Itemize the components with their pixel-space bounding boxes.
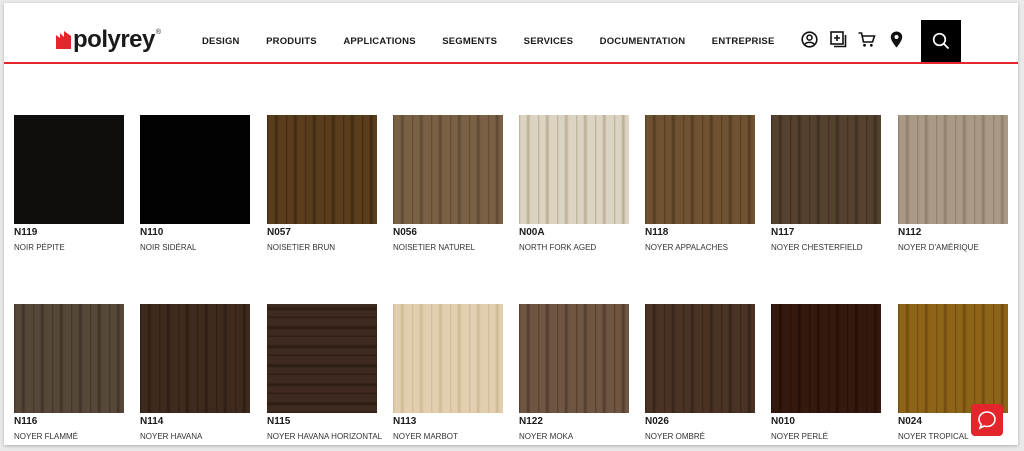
product-swatch[interactable] — [393, 304, 503, 413]
product-code[interactable]: N113 — [393, 416, 503, 428]
product-swatch[interactable] — [645, 115, 755, 224]
product-name[interactable]: NOYER D'AMÉRIQUE — [898, 243, 1008, 253]
polyrey-logo[interactable]: polyrey ® — [56, 27, 161, 53]
product-swatch[interactable] — [519, 115, 629, 224]
nav-applications[interactable]: APPLICATIONS — [343, 36, 415, 47]
product-swatch[interactable] — [267, 115, 377, 224]
product-card[interactable]: N026 NOYER OMBRÉ — [645, 304, 755, 442]
product-name[interactable]: NOYER MARBOT — [393, 432, 503, 442]
product-card[interactable]: N119 NOIR PÉPITE — [14, 115, 124, 253]
product-code[interactable]: N010 — [771, 416, 881, 428]
product-swatch[interactable] — [267, 304, 377, 413]
logo-registered-mark: ® — [155, 28, 162, 36]
cart-icon[interactable] — [858, 30, 876, 48]
product-code[interactable]: N026 — [645, 416, 755, 428]
product-swatch[interactable] — [140, 304, 250, 413]
product-code[interactable]: N119 — [14, 227, 124, 239]
product-name[interactable]: NOYER CHESTERFIELD — [771, 243, 881, 253]
product-name[interactable]: NOIR PÉPITE — [14, 243, 124, 253]
location-pin-icon[interactable] — [887, 30, 905, 48]
product-name[interactable]: NOYER OMBRÉ — [645, 432, 755, 442]
site-header: polyrey ® DESIGN PRODUITS APPLICATIONS S… — [4, 3, 1018, 64]
product-code[interactable]: N122 — [519, 416, 629, 428]
product-code[interactable]: N116 — [14, 416, 124, 428]
header-icons — [800, 30, 916, 48]
product-code[interactable]: N110 — [140, 227, 250, 239]
browser-page: polyrey ® DESIGN PRODUITS APPLICATIONS S… — [4, 3, 1018, 445]
user-account-icon[interactable] — [800, 30, 818, 48]
nav-produits[interactable]: PRODUITS — [266, 36, 317, 47]
nav-documentation[interactable]: DOCUMENTATION — [600, 36, 686, 47]
product-card[interactable]: N122 NOYER MOKA — [519, 304, 629, 442]
product-name[interactable]: NOYER MOKA — [519, 432, 629, 442]
nav-design[interactable]: DESIGN — [202, 36, 240, 47]
chat-button[interactable] — [971, 404, 1003, 436]
product-name[interactable]: NOYER PERLÉ — [771, 432, 881, 442]
search-icon — [932, 32, 950, 50]
product-card[interactable]: N010 NOYER PERLÉ — [771, 304, 881, 442]
product-name[interactable]: NOYER FLAMMÉ — [14, 432, 124, 442]
product-name[interactable]: NOISETIER NATUREL — [393, 243, 503, 253]
product-code[interactable]: N057 — [267, 227, 377, 239]
product-card[interactable]: N112 NOYER D'AMÉRIQUE — [898, 115, 1008, 253]
product-card[interactable]: N113 NOYER MARBOT — [393, 304, 503, 442]
add-to-list-icon[interactable] — [829, 30, 847, 48]
product-name[interactable]: NOYER APPALACHES — [645, 243, 755, 253]
logo-mark-icon — [56, 31, 71, 49]
product-card[interactable]: N116 NOYER FLAMMÉ — [14, 304, 124, 442]
chat-bubble-icon — [978, 411, 996, 430]
product-swatch[interactable] — [519, 304, 629, 413]
product-card[interactable]: N118 NOYER APPALACHES — [645, 115, 755, 253]
nav-services[interactable]: SERVICES — [524, 36, 573, 47]
product-name[interactable]: NORTH FORK AGED — [519, 243, 629, 253]
product-code[interactable]: N117 — [771, 227, 881, 239]
product-card[interactable]: N00A NORTH FORK AGED — [519, 115, 629, 253]
product-swatch[interactable] — [771, 115, 881, 224]
product-code[interactable]: N00A — [519, 227, 629, 239]
search-button[interactable] — [921, 20, 961, 62]
product-swatch[interactable] — [14, 115, 124, 224]
product-name[interactable]: NOIR SIDÉRAL — [140, 243, 250, 253]
product-swatch[interactable] — [14, 304, 124, 413]
product-swatch[interactable] — [771, 304, 881, 413]
product-card[interactable]: N117 NOYER CHESTERFIELD — [771, 115, 881, 253]
product-code[interactable]: N114 — [140, 416, 250, 428]
nav-segments[interactable]: SEGMENTS — [442, 36, 497, 47]
product-swatch[interactable] — [645, 304, 755, 413]
product-swatch[interactable] — [393, 115, 503, 224]
product-code[interactable]: N056 — [393, 227, 503, 239]
product-name[interactable]: NOISETIER BRUN — [267, 243, 377, 253]
product-name[interactable]: NOYER HAVANA HORIZONTAL — [267, 432, 382, 442]
product-swatch[interactable] — [140, 115, 250, 224]
nav-entreprise[interactable]: ENTREPRISE — [712, 36, 775, 47]
product-code[interactable]: N115 — [267, 416, 377, 428]
product-card[interactable]: N057 NOISETIER BRUN — [267, 115, 377, 253]
logo-text: polyrey — [73, 26, 155, 53]
product-name[interactable]: NOYER HAVANA — [140, 432, 250, 442]
product-card[interactable]: N114 NOYER HAVANA — [140, 304, 250, 442]
product-card[interactable]: N115 NOYER HAVANA HORIZONTAL — [267, 304, 382, 442]
product-swatch[interactable] — [898, 115, 1008, 224]
main-navigation: DESIGN PRODUITS APPLICATIONS SEGMENTS SE… — [202, 36, 801, 47]
product-card[interactable]: N110 NOIR SIDÉRAL — [140, 115, 250, 253]
product-code[interactable]: N118 — [645, 227, 755, 239]
product-code[interactable]: N112 — [898, 227, 1008, 239]
product-card[interactable]: N056 NOISETIER NATUREL — [393, 115, 503, 253]
product-swatch[interactable] — [898, 304, 1008, 413]
